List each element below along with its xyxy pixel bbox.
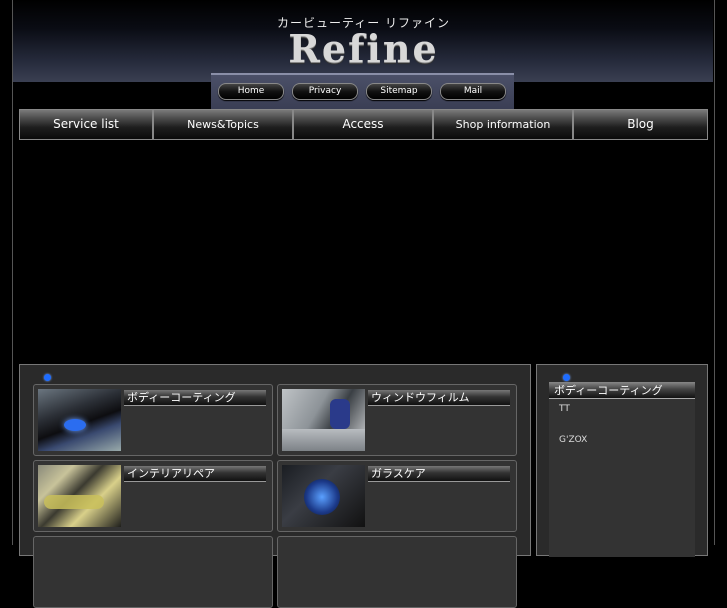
top-links-bar: Home Privacy Sitemap Mail	[211, 73, 514, 109]
seat-detail	[44, 495, 104, 509]
polisher-pad	[304, 479, 340, 515]
nav-news-topics[interactable]: News&Topics	[153, 109, 293, 140]
car-coating-photo[interactable]	[38, 389, 121, 451]
service-card[interactable]	[277, 536, 517, 608]
mail-link[interactable]: Mail	[440, 83, 506, 100]
privacy-link[interactable]: Privacy	[292, 83, 358, 100]
window-film-photo[interactable]	[282, 389, 365, 451]
sidebar-item-tt[interactable]: TT	[559, 404, 570, 414]
service-card[interactable]: ガラスケア	[277, 460, 517, 532]
bullet-icon	[563, 374, 570, 381]
nav-shop-information[interactable]: Shop information	[433, 109, 573, 140]
worker-figure	[330, 399, 350, 429]
sidebar-title[interactable]: ボディーコーティング	[549, 382, 695, 399]
bullet-icon	[44, 374, 51, 381]
service-title[interactable]: インテリアリペア	[124, 466, 266, 482]
headlight-glow	[64, 419, 86, 431]
service-card[interactable]: インテリアリペア	[33, 460, 273, 532]
sidebar-menu: ボディーコーティング TT G'ZOX	[549, 382, 695, 557]
service-card[interactable]	[33, 536, 273, 608]
nav-service-list[interactable]: Service list	[19, 109, 153, 140]
service-title[interactable]: ガラスケア	[368, 466, 510, 482]
site-logo[interactable]: Refine	[0, 26, 727, 71]
home-link[interactable]: Home	[218, 83, 284, 100]
car-body	[282, 429, 365, 451]
service-title[interactable]: ウィンドウフィルム	[368, 390, 510, 406]
nav-access[interactable]: Access	[293, 109, 433, 140]
sidebar-panel: ボディーコーティング TT G'ZOX	[536, 364, 708, 557]
service-title[interactable]: ボディーコーティング	[124, 390, 266, 406]
service-card[interactable]: ボディーコーティング	[33, 384, 273, 456]
services-panel: ボディーコーティング ウィンドウフィルム インテリアリペア ガラスケア	[19, 364, 531, 608]
sitemap-link[interactable]: Sitemap	[366, 83, 432, 100]
sidebar-item-gzox[interactable]: G'ZOX	[559, 435, 587, 445]
nav-blog[interactable]: Blog	[573, 109, 708, 140]
main-nav: Service list News&Topics Access Shop inf…	[19, 109, 708, 140]
service-card[interactable]: ウィンドウフィルム	[277, 384, 517, 456]
glass-care-photo[interactable]	[282, 465, 365, 527]
interior-repair-photo[interactable]	[38, 465, 121, 527]
